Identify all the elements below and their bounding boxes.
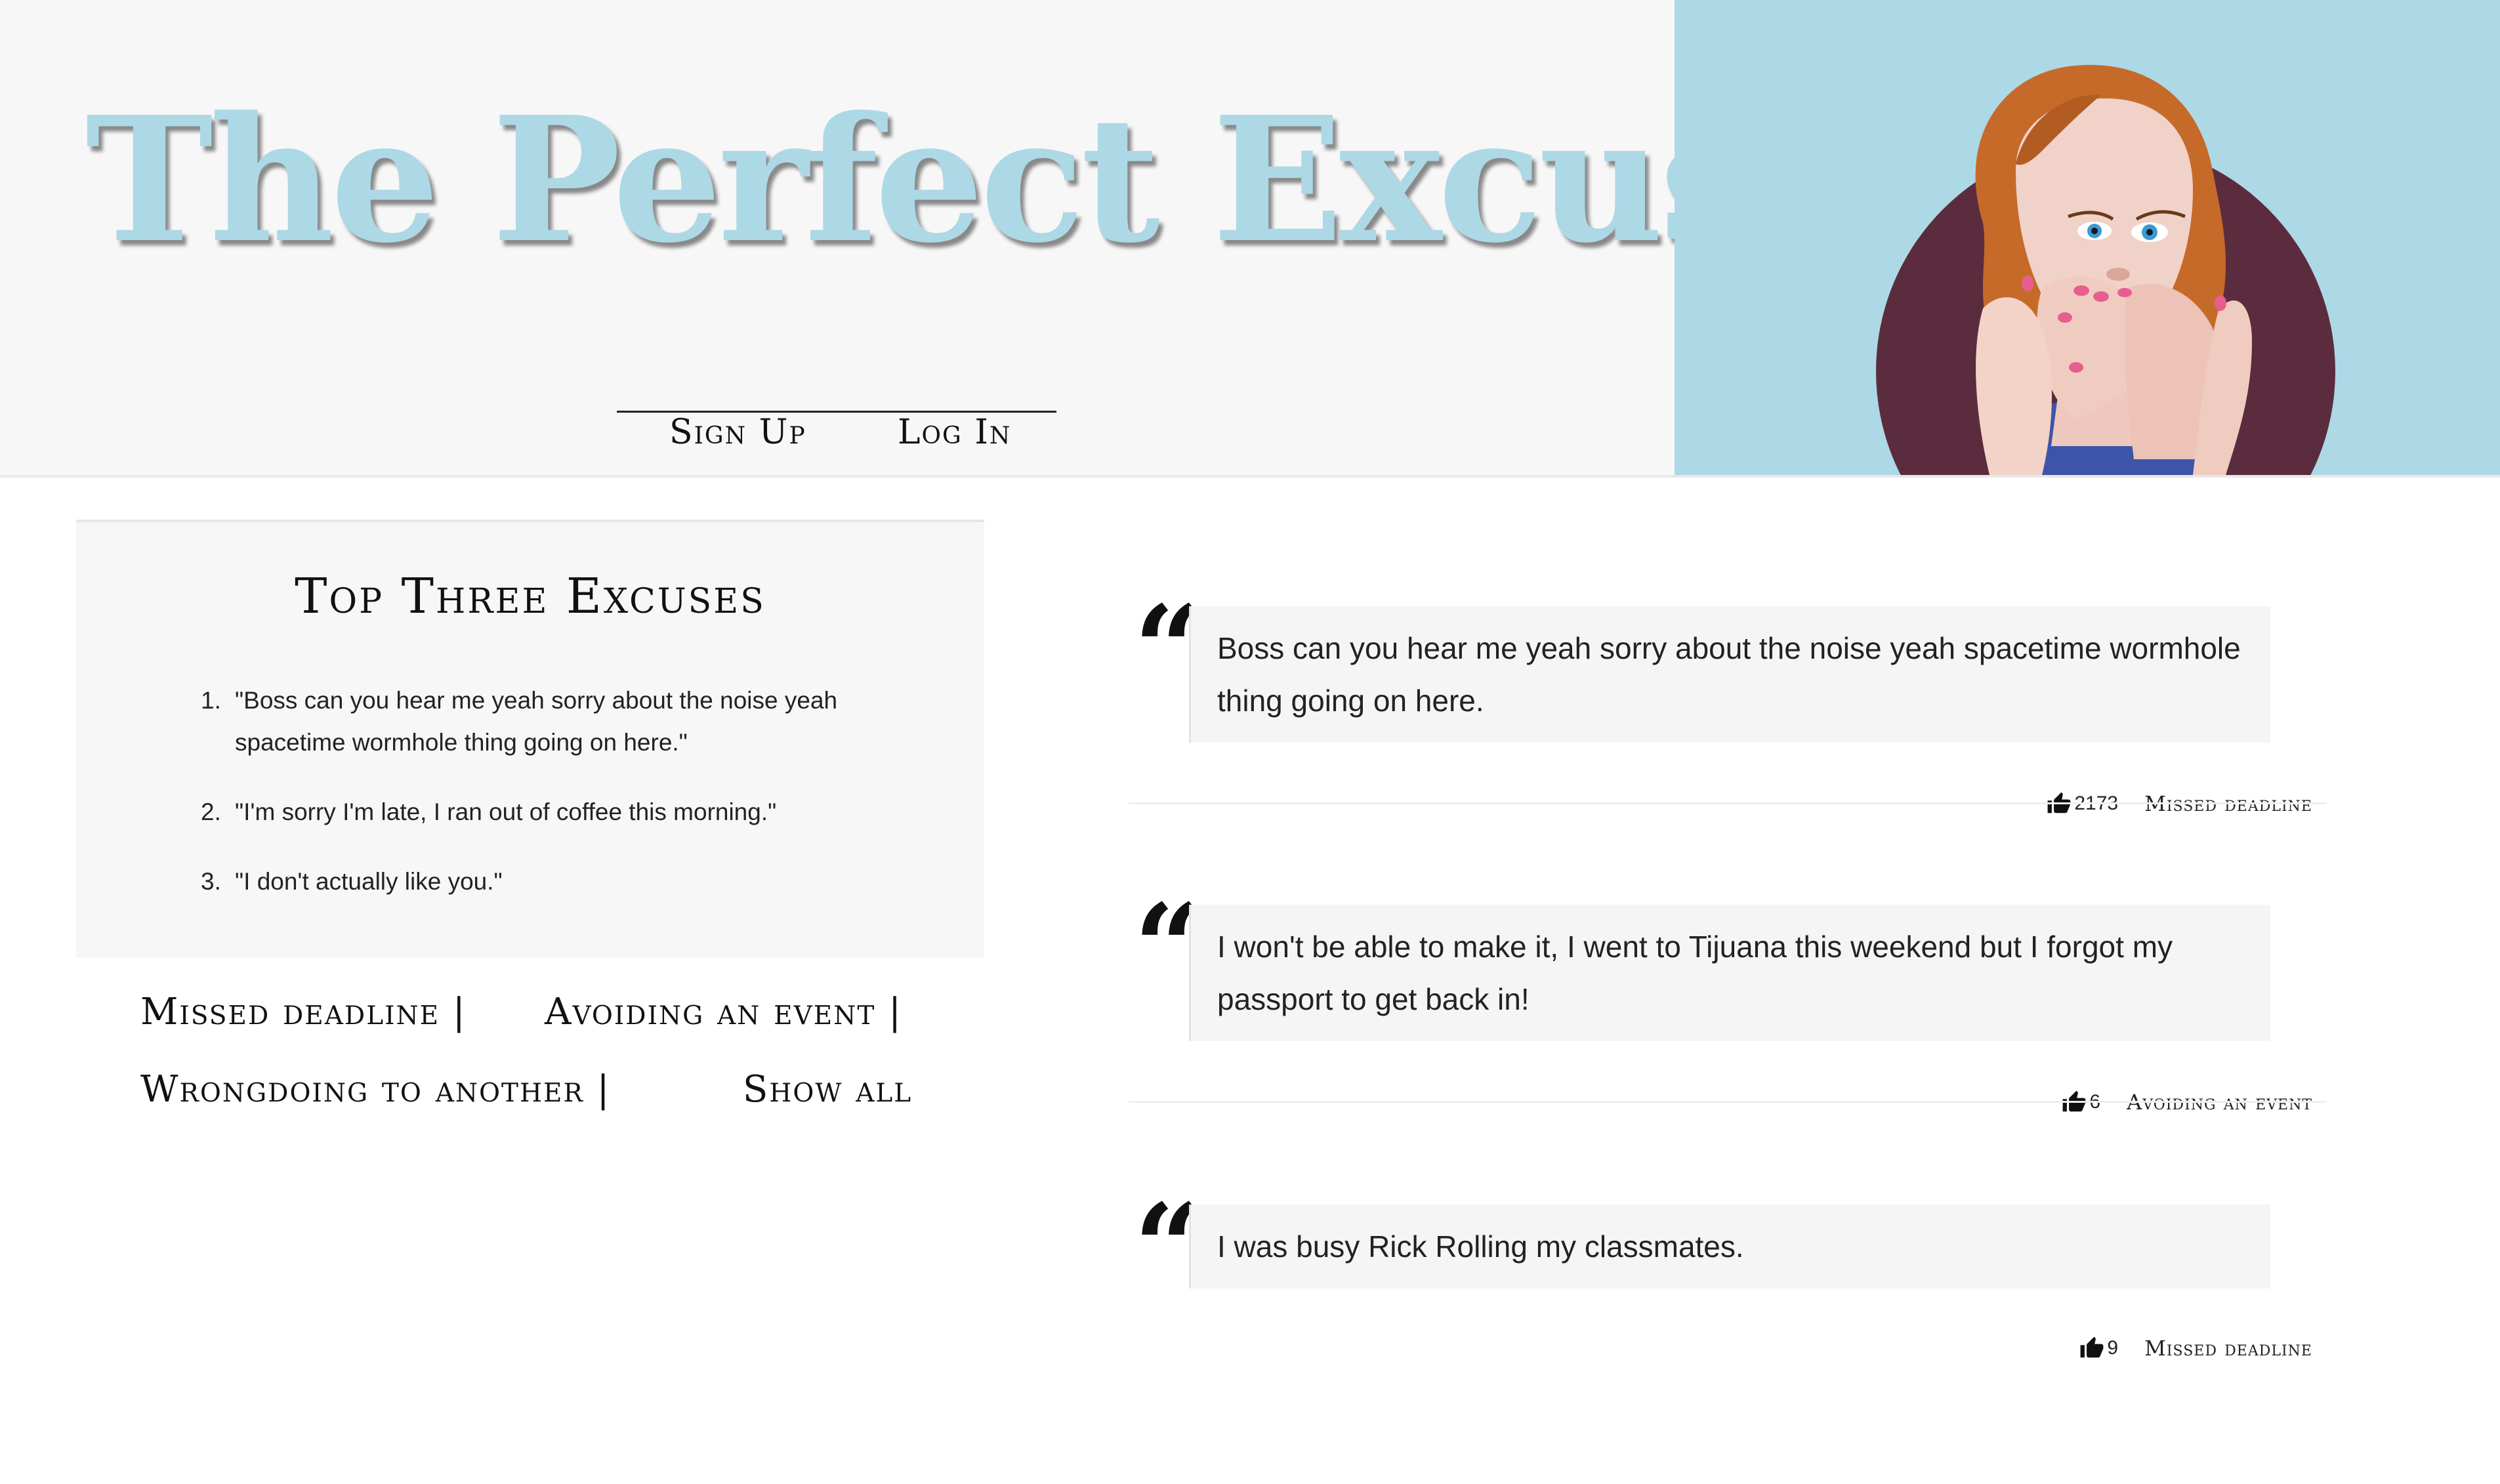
thumbs-up-icon[interactable] xyxy=(2079,1336,2104,1361)
top-excuse-number: 2. xyxy=(201,798,221,825)
top-excuse-text: "Boss can you hear me yeah sorry about t… xyxy=(235,687,838,756)
excuse-card: “ I was busy Rick Rolling my classmates.… xyxy=(1129,1189,2327,1484)
card-divider xyxy=(1129,1101,2327,1103)
filter-wrongdoing-to-another[interactable]: Wrongdoing to another | xyxy=(140,1068,610,1111)
filter-missed-deadline[interactable]: Missed deadline | xyxy=(140,991,467,1033)
top-excuse-item: 2. "I'm sorry I'm late, I ran out of cof… xyxy=(201,791,857,833)
top-excuse-item: 1. "Boss can you hear me yeah sorry abou… xyxy=(201,680,857,764)
top-excuse-text: "I don't actually like you." xyxy=(235,868,503,895)
top-excuse-number: 3. xyxy=(201,868,221,895)
excuse-category[interactable]: Missed deadline xyxy=(2144,1336,2312,1361)
top-excuses-heading: Top Three Excuses xyxy=(295,568,766,625)
top-excuse-text: "I'm sorry I'm late, I ran out of coffee… xyxy=(235,798,777,825)
log-in-link[interactable]: Log In xyxy=(898,413,1011,452)
card-divider xyxy=(1129,802,2327,804)
top-excuse-number: 1. xyxy=(201,687,221,714)
sign-up-link[interactable]: Sign Up xyxy=(669,413,806,452)
excuse-meta: 9 Missed deadline xyxy=(2079,1336,2312,1361)
filter-show-all[interactable]: Show all xyxy=(743,1068,912,1111)
excuse-card: “ I won't be able to make it, I went to … xyxy=(1129,889,2327,1184)
filter-avoiding-an-event[interactable]: Avoiding an event | xyxy=(545,991,902,1033)
woman-covering-mouth-illustration xyxy=(1876,64,2335,475)
excuse-card: “ Boss can you hear me yeah sorry about … xyxy=(1129,590,2327,886)
excuse-text: I was busy Rick Rolling my classmates. xyxy=(1189,1205,2270,1288)
excuse-text: I won't be able to make it, I went to Ti… xyxy=(1189,905,2270,1041)
top-excuse-item: 3. "I don't actually like you." xyxy=(201,861,857,903)
vote-count: 9 xyxy=(2107,1337,2119,1359)
excuse-text: Boss can you hear me yeah sorry about th… xyxy=(1189,606,2270,743)
hero-panel xyxy=(1675,0,2500,475)
top-excuses-list: 1. "Boss can you hear me yeah sorry abou… xyxy=(201,680,857,930)
page: The Perfect Excuse Sign Up Log In Top Th… xyxy=(0,0,2500,1410)
category-filter-nav: Missed deadline | Avoiding an event | Wr… xyxy=(140,991,993,1161)
site-title: The Perfect Excuse xyxy=(85,79,1862,281)
top-excuses-panel: Top Three Excuses 1. "Boss can you hear … xyxy=(76,520,984,958)
auth-nav: Sign Up Log In xyxy=(617,411,1056,460)
